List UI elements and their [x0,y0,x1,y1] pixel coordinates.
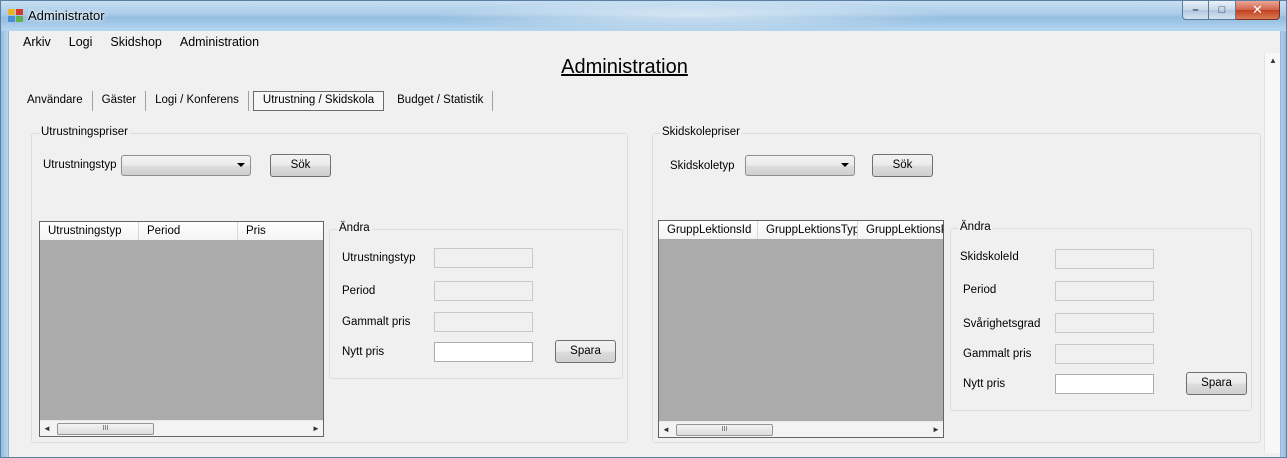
ski-school-grid-header: GruppLektionsId GruppLektionsTyp GruppLe… [659,221,943,239]
ski-school-type-label: Skidskoletyp [670,160,735,172]
ski-school-period-field[interactable] [1055,281,1154,301]
menu-bar: Arkiv Logi Skidshop Administration [9,31,1280,53]
tab-gaster[interactable]: Gäster [93,91,147,111]
scroll-right-icon[interactable]: ► [929,422,943,438]
equipment-grid-header: Utrustningstyp Period Pris [40,222,323,240]
scroll-thumb[interactable]: III [57,423,154,435]
menu-administration[interactable]: Administration [171,31,268,53]
window-controls: – □ ✕ [1182,1,1280,21]
ski-school-save-button[interactable]: Spara [1186,372,1247,395]
menu-arkiv[interactable]: Arkiv [14,31,60,53]
app-icon [8,9,24,23]
window-title: Administrator [28,8,105,23]
minimize-button[interactable]: – [1182,1,1209,20]
maximize-button[interactable]: □ [1209,1,1236,20]
equipment-new-price-field[interactable] [434,342,533,362]
ski-school-grid[interactable]: GruppLektionsId GruppLektionsTyp GruppLe… [658,220,944,438]
grid-column-header[interactable]: Pris [238,222,323,240]
tab-utrustning-skidskola[interactable]: Utrustning / Skidskola [252,91,385,111]
vertical-scrollbar[interactable]: ▲ [1264,53,1280,453]
equipment-prices-group: Utrustningspriser Utrustningstyp Sök Utr… [31,126,628,443]
ski-school-prices-label: Skidskolepriser [660,126,742,138]
scroll-left-icon[interactable]: ◄ [659,422,673,438]
ski-school-difficulty-field[interactable] [1055,313,1154,333]
ski-school-search-button[interactable]: Sök [872,154,933,177]
equipment-type-field[interactable] [434,248,533,268]
equipment-edit-group: Ändra Utrustningstyp Period Gammalt pris… [329,222,623,379]
ski-school-edit-label: Ändra [958,221,993,233]
edit-field-label: Utrustningstyp [342,252,416,264]
chevron-down-icon [237,163,245,167]
title-bar[interactable]: Administrator – □ ✕ [1,1,1286,31]
equipment-save-button[interactable]: Spara [555,340,616,363]
edit-field-label: Svårighetsgrad [963,318,1041,330]
ski-school-type-dropdown[interactable] [745,155,855,176]
scroll-left-icon[interactable]: ◄ [40,421,54,437]
edit-field-label: Period [963,284,997,296]
grid-column-header[interactable]: Period [139,222,238,240]
client-area: Arkiv Logi Skidshop Administration ▲ Adm… [8,31,1281,457]
edit-field-label: Nytt pris [963,378,1006,390]
equipment-edit-label: Ändra [337,222,372,234]
equipment-grid[interactable]: Utrustningstyp Period Pris ◄ III ► [39,221,324,437]
grid-column-header[interactable]: GruppLektionsP [858,221,943,239]
close-button[interactable]: ✕ [1236,1,1280,20]
tab-anvandare[interactable]: Användare [18,91,93,111]
edit-field-label: SkidskoleId [960,251,1019,263]
menu-logi[interactable]: Logi [60,31,102,53]
equipment-search-button[interactable]: Sök [270,154,331,177]
tab-budget-statistik[interactable]: Budget / Statistik [388,91,494,111]
menu-skidshop[interactable]: Skidshop [101,31,170,53]
ski-school-old-price-field[interactable] [1055,344,1154,364]
page-title: Administration [561,56,688,78]
window-frame-left [1,31,8,457]
equipment-prices-label: Utrustningspriser [39,126,130,138]
equipment-type-dropdown[interactable] [121,155,251,176]
equipment-period-field[interactable] [434,281,533,301]
scroll-up-icon[interactable]: ▲ [1265,53,1281,69]
ski-school-grid-hscrollbar[interactable]: ◄ III ► [659,421,943,437]
ski-school-edit-group: Ändra SkidskoleId Period Svårighetsgrad … [950,221,1252,411]
tab-logi-konferens[interactable]: Logi / Konferens [146,91,249,111]
app-window: Administrator – □ ✕ Arkiv Logi Skidshop … [0,0,1287,458]
edit-field-label: Period [342,285,376,297]
grid-column-header[interactable]: GruppLektionsTyp [758,221,858,239]
edit-field-label: Gammalt pris [963,348,1032,360]
chevron-down-icon [841,163,849,167]
ski-school-prices-group: Skidskolepriser Skidskoletyp Sök GruppLe… [652,126,1261,443]
grid-column-header[interactable]: GruppLektionsId [659,221,758,239]
ski-school-new-price-field[interactable] [1055,374,1154,394]
grid-column-header[interactable]: Utrustningstyp [40,222,139,240]
edit-field-label: Nytt pris [342,346,385,358]
equipment-type-label: Utrustningstyp [43,159,117,171]
scroll-right-icon[interactable]: ► [309,421,323,437]
equipment-old-price-field[interactable] [434,312,533,332]
scroll-thumb[interactable]: III [676,424,773,436]
ski-school-id-field[interactable] [1055,249,1154,269]
equipment-grid-hscrollbar[interactable]: ◄ III ► [40,420,323,436]
edit-field-label: Gammalt pris [342,316,411,328]
tab-strip: Användare Gäster Logi / Konferens Utrust… [18,91,494,113]
